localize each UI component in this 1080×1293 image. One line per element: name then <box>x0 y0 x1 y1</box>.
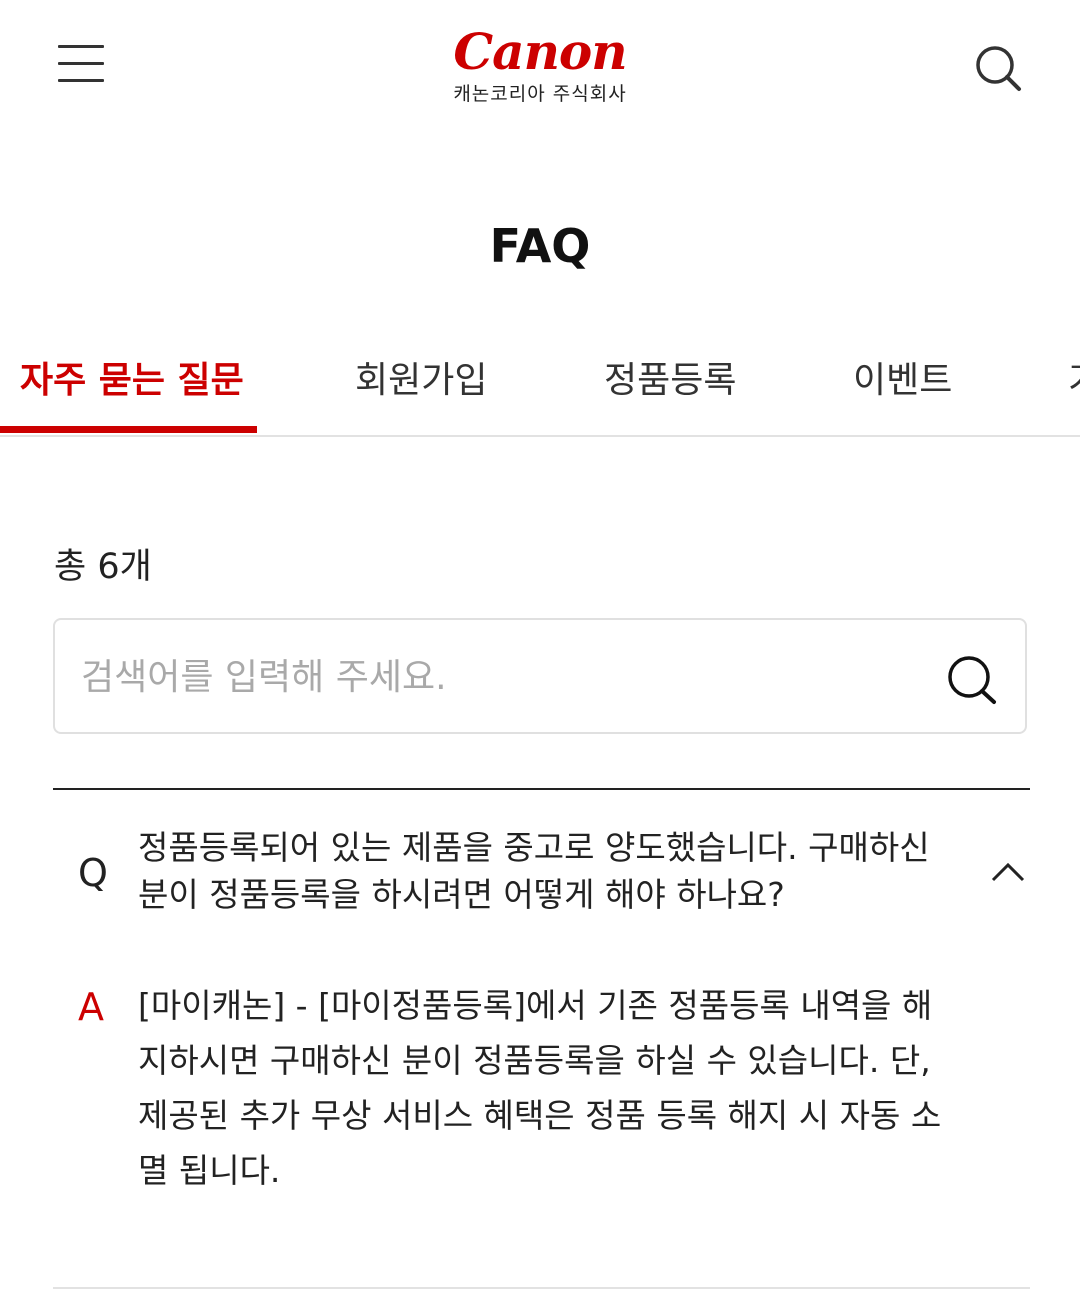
tab-more[interactable]: 기 <box>1068 356 1080 406</box>
result-count: 총 6개 <box>54 547 152 587</box>
chevron-up-icon-glyph <box>991 862 1025 882</box>
tab-faq[interactable]: 자주 묻는 질문 <box>20 356 244 406</box>
faq-search-box <box>53 618 1027 734</box>
faq-question[interactable]: 정품등록되어 있는 제품을 중고로 양도했습니다. 구매하신 분이 정품등록을 … <box>138 824 958 918</box>
logo-wordmark: Canon <box>453 22 627 81</box>
tab-signup[interactable]: 회원가입 <box>355 356 487 406</box>
category-tabs: 자주 묻는 질문 회원가입 정품등록 이벤트 기 <box>0 340 1080 437</box>
hamburger-menu-icon[interactable] <box>56 42 106 86</box>
search-icon[interactable] <box>972 42 1024 94</box>
menu-bar <box>58 79 104 82</box>
tab-product-registration[interactable]: 정품등록 <box>604 356 736 406</box>
chevron-up-icon[interactable] <box>988 856 1028 886</box>
active-tab-indicator <box>0 426 257 433</box>
search-submit-button[interactable] <box>943 652 1003 708</box>
canon-logo[interactable]: Canon 캐논코리아 주식회사 <box>440 26 640 106</box>
faq-answer: [마이캐논] - [마이정품등록]에서 기존 정품등록 내역을 해지하시면 구매… <box>138 986 942 1190</box>
search-icon-glyph <box>976 46 1021 91</box>
faq-item-divider <box>53 1287 1030 1289</box>
site-header: Canon 캐논코리아 주식회사 <box>0 0 1080 130</box>
menu-bar <box>58 45 104 48</box>
menu-bar <box>58 62 104 65</box>
faq-list-top-border <box>53 788 1030 790</box>
page-title: FAQ <box>489 219 591 273</box>
tab-event[interactable]: 이벤트 <box>853 356 952 406</box>
question-mark-label: Q <box>78 851 108 895</box>
search-icon <box>948 656 996 704</box>
answer-mark-label: A <box>78 985 104 1029</box>
faq-search-input[interactable] <box>81 648 921 706</box>
logo-subtitle: 캐논코리아 주식회사 <box>453 83 627 105</box>
